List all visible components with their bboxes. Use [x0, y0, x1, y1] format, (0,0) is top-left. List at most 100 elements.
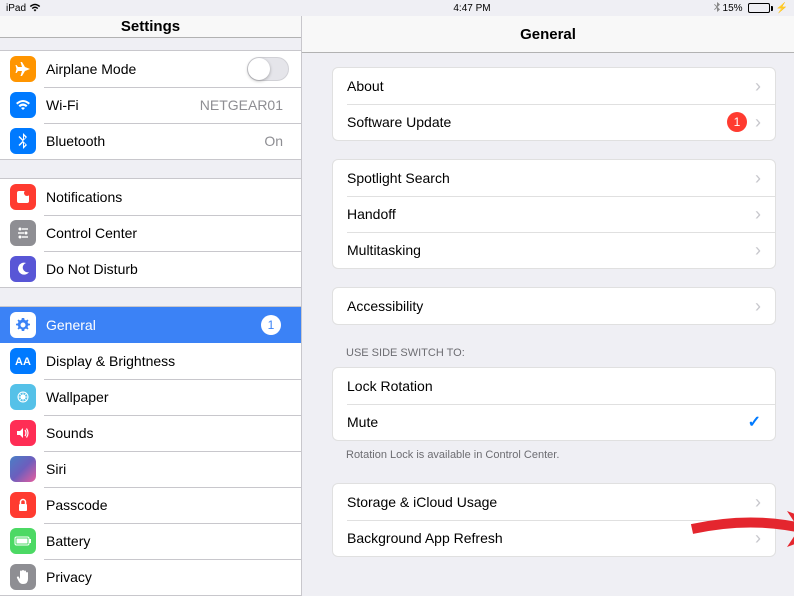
battery-percent: 15%: [723, 3, 743, 14]
sidebar-item-privacy[interactable]: Privacy: [0, 559, 301, 595]
status-right: 15% ⚡: [714, 2, 788, 15]
detail-title: General: [302, 16, 794, 53]
bluetooth-label: Bluetooth: [46, 133, 264, 149]
chevron-right-icon: ›: [755, 493, 761, 511]
detail-group-accessibility: Accessibility ›: [332, 287, 776, 325]
side-switch-footer: Rotation Lock is available in Control Ce…: [302, 445, 794, 465]
about-label: About: [347, 78, 755, 94]
sidebar-group-settings: General 1 AA Display & Brightness Wallpa…: [0, 306, 301, 596]
lock-rotation-label: Lock Rotation: [347, 378, 761, 394]
detail-group-about: About › Software Update 1 ›: [332, 67, 776, 141]
detail-item-spotlight[interactable]: Spotlight Search ›: [333, 160, 775, 196]
storage-label: Storage & iCloud Usage: [347, 494, 755, 510]
detail-item-mute[interactable]: Mute ✓: [333, 404, 775, 440]
siri-label: Siri: [46, 461, 289, 477]
airplane-label: Airplane Mode: [46, 61, 247, 77]
spotlight-label: Spotlight Search: [347, 170, 755, 186]
bluetooth-icon: [10, 128, 36, 154]
device-name: iPad: [6, 3, 26, 14]
detail-item-background-refresh[interactable]: Background App Refresh ›: [333, 520, 775, 556]
detail-item-handoff[interactable]: Handoff ›: [333, 196, 775, 232]
hand-icon: [10, 564, 36, 590]
general-label: General: [46, 317, 261, 333]
detail-item-lock-rotation[interactable]: Lock Rotation: [333, 368, 775, 404]
notifications-label: Notifications: [46, 189, 289, 205]
wifi-status-icon: [29, 3, 41, 14]
sounds-label: Sounds: [46, 425, 289, 441]
chevron-right-icon: ›: [755, 297, 761, 315]
general-badge: 1: [261, 315, 281, 335]
background-refresh-label: Background App Refresh: [347, 530, 755, 546]
chevron-right-icon: ›: [755, 529, 761, 547]
lock-icon: [10, 492, 36, 518]
wifi-label: Wi-Fi: [46, 97, 200, 113]
multitasking-label: Multitasking: [347, 242, 755, 258]
detail-group-side-switch: Lock Rotation Mute ✓: [332, 367, 776, 441]
handoff-label: Handoff: [347, 206, 755, 222]
accessibility-label: Accessibility: [347, 298, 755, 314]
controlcenter-label: Control Center: [46, 225, 289, 241]
chevron-right-icon: ›: [755, 241, 761, 259]
settings-sidebar[interactable]: Settings Airplane Mode Wi-Fi NETGEAR01: [0, 16, 302, 596]
airplane-icon: [10, 56, 36, 82]
sidebar-item-general[interactable]: General 1: [0, 307, 301, 343]
sidebar-item-passcode[interactable]: Passcode: [0, 487, 301, 523]
sidebar-item-controlcenter[interactable]: Control Center: [0, 215, 301, 251]
notifications-icon: [10, 184, 36, 210]
charging-icon: ⚡: [776, 3, 788, 14]
chevron-right-icon: ›: [755, 169, 761, 187]
sidebar-title: Settings: [0, 16, 301, 38]
passcode-label: Passcode: [46, 497, 289, 513]
wallpaper-icon: [10, 384, 36, 410]
detail-item-about[interactable]: About ›: [333, 68, 775, 104]
detail-item-storage[interactable]: Storage & iCloud Usage ›: [333, 484, 775, 520]
battery-icon: [746, 3, 773, 13]
wifi-icon: [10, 92, 36, 118]
side-switch-header: USE SIDE SWITCH TO:: [302, 343, 794, 363]
sidebar-group-notifications: Notifications Control Center Do Not Dist…: [0, 178, 301, 288]
detail-item-accessibility[interactable]: Accessibility ›: [333, 288, 775, 324]
dnd-label: Do Not Disturb: [46, 261, 289, 277]
sidebar-item-dnd[interactable]: Do Not Disturb: [0, 251, 301, 287]
checkmark-icon: ✓: [748, 412, 761, 432]
detail-item-multitasking[interactable]: Multitasking ›: [333, 232, 775, 268]
airplane-toggle[interactable]: [247, 57, 289, 81]
detail-group-storage: Storage & iCloud Usage › Background App …: [332, 483, 776, 557]
control-center-icon: [10, 220, 36, 246]
sidebar-item-sounds[interactable]: Sounds: [0, 415, 301, 451]
display-icon: AA: [10, 348, 36, 374]
gear-icon: [10, 312, 36, 338]
siri-icon: [10, 456, 36, 482]
sidebar-item-display[interactable]: AA Display & Brightness: [0, 343, 301, 379]
detail-group-search: Spotlight Search › Handoff › Multitaskin…: [332, 159, 776, 269]
battery-label: Battery: [46, 533, 289, 549]
bluetooth-status-icon: [714, 2, 720, 15]
wallpaper-label: Wallpaper: [46, 389, 289, 405]
sidebar-item-airplane[interactable]: Airplane Mode: [0, 51, 301, 87]
wifi-value: NETGEAR01: [200, 97, 283, 113]
battery-icon: [10, 528, 36, 554]
sidebar-item-battery[interactable]: Battery: [0, 523, 301, 559]
moon-icon: [10, 256, 36, 282]
detail-pane[interactable]: General About › Software Update 1 › Spot…: [302, 16, 794, 596]
privacy-label: Privacy: [46, 569, 289, 585]
bluetooth-value: On: [264, 133, 283, 149]
detail-item-software-update[interactable]: Software Update 1 ›: [333, 104, 775, 140]
chevron-right-icon: ›: [755, 77, 761, 95]
display-label: Display & Brightness: [46, 353, 289, 369]
status-bar: iPad 4:47 PM 15% ⚡: [0, 0, 794, 16]
mute-label: Mute: [347, 414, 748, 430]
chevron-right-icon: ›: [755, 205, 761, 223]
sidebar-item-siri[interactable]: Siri: [0, 451, 301, 487]
sidebar-item-bluetooth[interactable]: Bluetooth On: [0, 123, 301, 159]
software-update-label: Software Update: [347, 114, 727, 130]
sidebar-item-notifications[interactable]: Notifications: [0, 179, 301, 215]
sidebar-item-wifi[interactable]: Wi-Fi NETGEAR01: [0, 87, 301, 123]
sidebar-item-wallpaper[interactable]: Wallpaper: [0, 379, 301, 415]
sidebar-group-connectivity: Airplane Mode Wi-Fi NETGEAR01 Bluetooth …: [0, 50, 301, 160]
status-time: 4:47 PM: [453, 3, 490, 14]
software-update-badge: 1: [727, 112, 747, 132]
speaker-icon: [10, 420, 36, 446]
chevron-right-icon: ›: [755, 113, 761, 131]
svg-text:AA: AA: [15, 356, 31, 368]
